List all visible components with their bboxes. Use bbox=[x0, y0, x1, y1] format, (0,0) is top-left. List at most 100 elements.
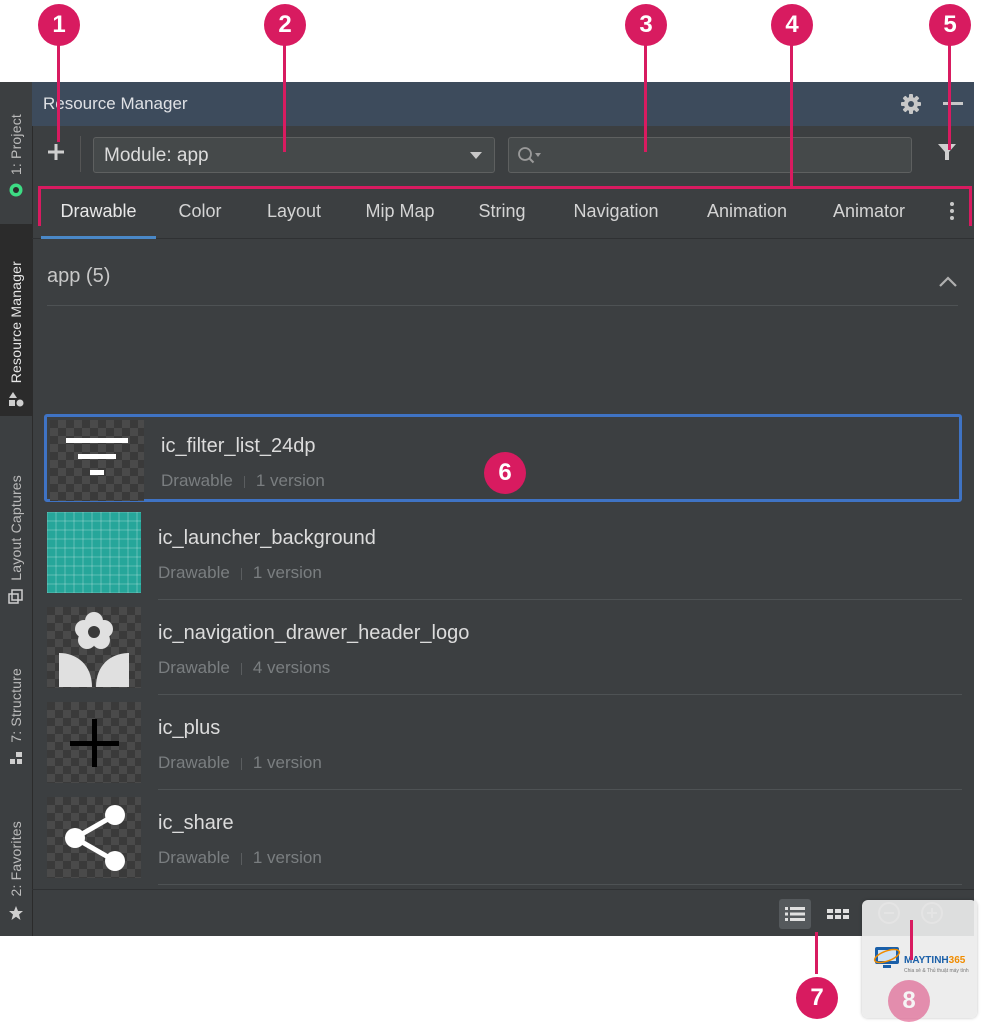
callout-line bbox=[815, 932, 818, 974]
panel-title: Resource Manager bbox=[43, 94, 188, 113]
toolbar: Module: app bbox=[32, 126, 974, 182]
callout-line bbox=[948, 40, 951, 150]
callout-line bbox=[910, 920, 913, 960]
sidebar-tab-label: 2: Favorites bbox=[8, 821, 24, 897]
watermark-brand: MAYTINH365 bbox=[904, 955, 966, 966]
module-dropdown[interactable]: Module: app bbox=[93, 137, 495, 173]
minimize-button[interactable] bbox=[943, 102, 963, 105]
resource-type: Drawable bbox=[158, 563, 230, 582]
star-icon bbox=[8, 905, 24, 924]
search-field[interactable] bbox=[508, 137, 912, 173]
watermark-logo-icon bbox=[873, 947, 901, 968]
resource-type-tabs: Drawable Color Layout Mip Map String Nav… bbox=[32, 182, 974, 239]
launcher-background-preview bbox=[47, 512, 141, 593]
sidebar-tab-resource-manager[interactable]: Resource Manager bbox=[0, 224, 32, 416]
more-tabs-icon[interactable] bbox=[944, 202, 960, 220]
resources-icon bbox=[8, 391, 24, 410]
callout-badge: 5 bbox=[929, 4, 971, 46]
sidebar-tab-project[interactable]: 1: Project bbox=[0, 86, 32, 206]
tab-color[interactable]: Color bbox=[164, 182, 236, 238]
layout-capture-icon bbox=[8, 589, 24, 608]
group-header: app (5) bbox=[47, 265, 111, 287]
sidebar-tab-structure[interactable]: 7: Structure bbox=[0, 642, 32, 774]
plus-icon[interactable] bbox=[44, 140, 68, 164]
callout-line bbox=[790, 40, 793, 188]
resource-type: Drawable bbox=[158, 848, 230, 867]
sidebar-tab-label: 7: Structure bbox=[8, 668, 24, 743]
chevron-up-icon[interactable] bbox=[938, 275, 958, 293]
structure-icon bbox=[9, 751, 23, 768]
resource-row[interactable]: ic_share Drawable 1 version bbox=[44, 794, 962, 885]
tab-mip-map[interactable]: Mip Map bbox=[354, 182, 446, 238]
module-dropdown-value: Module: app bbox=[104, 145, 209, 166]
filter-list-preview bbox=[50, 420, 144, 501]
search-icon bbox=[517, 146, 543, 171]
resource-meta: Drawable 1 version bbox=[158, 563, 322, 583]
grid-view-icon[interactable] bbox=[822, 899, 854, 929]
tab-layout[interactable]: Layout bbox=[252, 182, 336, 238]
divider bbox=[158, 789, 962, 790]
sidebar-tab-layout-captures[interactable]: Layout Captures bbox=[0, 444, 32, 614]
toolbar-separator bbox=[80, 136, 81, 172]
resource-type: Drawable bbox=[158, 658, 230, 677]
resource-type: Drawable bbox=[161, 471, 233, 490]
callout-bracket bbox=[38, 186, 972, 189]
callout-badge: 7 bbox=[796, 977, 838, 1019]
resource-name: ic_launcher_background bbox=[158, 527, 376, 549]
tab-navigation[interactable]: Navigation bbox=[558, 182, 674, 238]
resource-name: ic_navigation_drawer_header_logo bbox=[158, 622, 470, 644]
resource-manager-window: 1: Project Resource Manager Layout Captu… bbox=[0, 82, 974, 936]
resource-meta: Drawable 1 version bbox=[161, 471, 325, 491]
resource-name: ic_filter_list_24dp bbox=[161, 435, 316, 457]
divider bbox=[158, 599, 962, 600]
callout-line bbox=[644, 40, 647, 152]
resource-meta: Drawable 1 version bbox=[158, 848, 322, 868]
tab-drawable[interactable]: Drawable bbox=[41, 182, 156, 239]
resource-versions: 1 version bbox=[252, 563, 322, 582]
resource-meta: Drawable 4 versions bbox=[158, 658, 330, 678]
resource-name: ic_plus bbox=[158, 717, 221, 739]
filter-icon[interactable] bbox=[936, 141, 958, 168]
resource-versions: 1 version bbox=[252, 848, 322, 867]
callout-badge: 3 bbox=[625, 4, 667, 46]
resource-type: Drawable bbox=[158, 753, 230, 772]
android-icon bbox=[9, 183, 23, 200]
callout-line bbox=[57, 40, 60, 142]
resource-name: ic_share bbox=[158, 812, 234, 834]
resource-versions: 1 version bbox=[252, 753, 322, 772]
plus-preview bbox=[47, 702, 141, 783]
panel-header: Resource Manager bbox=[32, 82, 974, 126]
tool-window-sidebar: 1: Project Resource Manager Layout Captu… bbox=[0, 82, 33, 936]
resource-meta: Drawable 1 version bbox=[158, 753, 322, 773]
list-view-icon[interactable] bbox=[779, 899, 811, 929]
callout-bracket bbox=[969, 186, 972, 226]
flower-logo-preview bbox=[47, 607, 141, 688]
resource-versions: 4 versions bbox=[252, 658, 331, 677]
resource-row[interactable]: ic_launcher_background Drawable 1 version bbox=[44, 509, 962, 600]
sidebar-tab-label: Resource Manager bbox=[8, 260, 24, 383]
resource-versions: 1 version bbox=[255, 471, 325, 490]
callout-line bbox=[283, 40, 286, 152]
callout-bracket bbox=[38, 186, 41, 226]
bottom-bar bbox=[32, 889, 974, 937]
gear-icon[interactable] bbox=[900, 93, 922, 120]
sidebar-tab-label: Layout Captures bbox=[8, 475, 24, 581]
callout-badge: 1 bbox=[38, 4, 80, 46]
resource-row[interactable]: ic_plus Drawable 1 version bbox=[44, 699, 962, 790]
search-input[interactable] bbox=[543, 142, 907, 170]
sidebar-tab-favorites[interactable]: 2: Favorites bbox=[0, 794, 32, 930]
callout-badge: 2 bbox=[264, 4, 306, 46]
tab-animator[interactable]: Animator bbox=[820, 182, 918, 238]
divider bbox=[47, 305, 958, 306]
callout-badge: 6 bbox=[484, 452, 526, 494]
tab-string[interactable]: String bbox=[466, 182, 538, 238]
watermark-subtitle: Chia sẻ & Thủ thuật máy tính bbox=[904, 968, 969, 974]
chevron-down-icon bbox=[470, 152, 482, 159]
callout-badge: 4 bbox=[771, 4, 813, 46]
divider bbox=[158, 694, 962, 695]
divider bbox=[158, 884, 962, 885]
resource-row[interactable]: ic_navigation_drawer_header_logo Drawabl… bbox=[44, 604, 962, 695]
share-preview bbox=[47, 797, 141, 878]
sidebar-tab-label: 1: Project bbox=[8, 113, 24, 175]
tab-animation[interactable]: Animation bbox=[692, 182, 802, 238]
